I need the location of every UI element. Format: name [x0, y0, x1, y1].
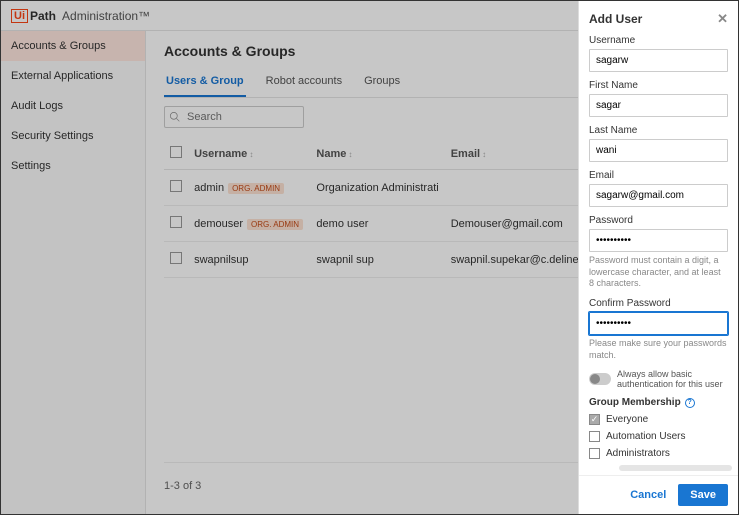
password-label: Password	[589, 215, 728, 226]
username-input[interactable]	[589, 49, 728, 72]
close-icon[interactable]: ✕	[717, 11, 728, 27]
email-label: Email	[589, 170, 728, 181]
save-button[interactable]: Save	[678, 484, 728, 506]
confirm-password-label: Confirm Password	[589, 298, 728, 309]
username-label: Username	[589, 35, 728, 46]
password-hint: Password must contain a digit, a lowerca…	[589, 255, 728, 290]
lastname-label: Last Name	[589, 125, 728, 136]
group-label: Everyone	[606, 414, 648, 425]
lastname-input[interactable]	[589, 139, 728, 162]
group-label: Administrators	[606, 448, 670, 459]
firstname-label: First Name	[589, 80, 728, 91]
group-membership-title: Group Membership	[589, 397, 681, 408]
group-label: Automation Users	[606, 431, 685, 442]
group-checkbox-automation-users[interactable]	[589, 431, 600, 442]
basic-auth-toggle[interactable]	[589, 373, 611, 385]
cancel-button[interactable]: Cancel	[630, 489, 666, 501]
confirm-password-hint: Please make sure your passwords match.	[589, 338, 728, 361]
scrollbar[interactable]	[619, 465, 732, 471]
basic-auth-label: Always allow basic authentication for th…	[617, 369, 728, 389]
password-input[interactable]	[589, 229, 728, 252]
group-checkbox-everyone[interactable]: ✓	[589, 414, 600, 425]
info-icon[interactable]: ?	[685, 398, 695, 408]
email-input[interactable]	[589, 184, 728, 207]
panel-title: Add User	[589, 12, 642, 26]
firstname-input[interactable]	[589, 94, 728, 117]
add-user-panel: Add User ✕ Username First Name Last Name…	[578, 1, 738, 514]
confirm-password-input[interactable]	[589, 312, 728, 335]
group-checkbox-administrators[interactable]	[589, 448, 600, 459]
